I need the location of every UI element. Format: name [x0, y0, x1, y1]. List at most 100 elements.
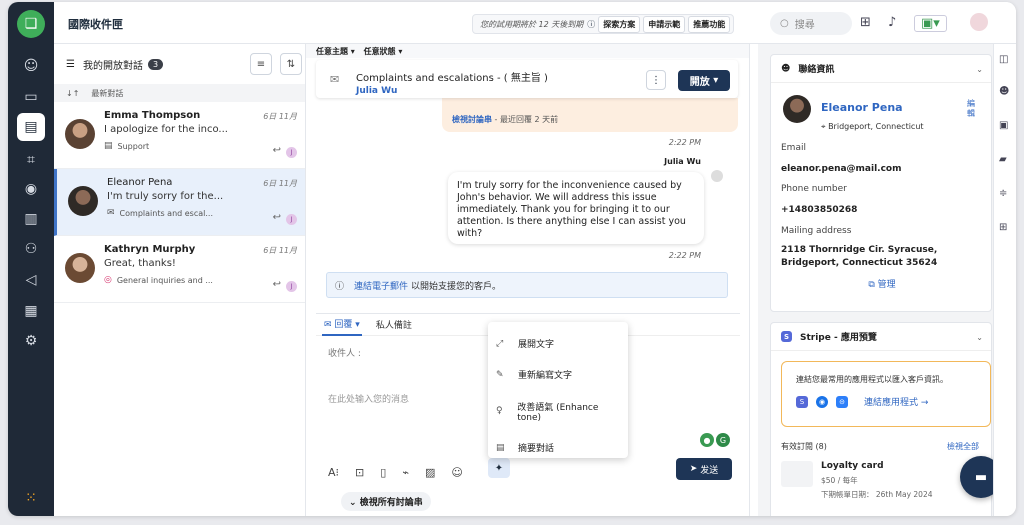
conversation-date: 6日 11月 [263, 246, 297, 255]
sliders-icon[interactable]: ≑ [999, 188, 1007, 199]
sort-button[interactable]: ⇅ [280, 53, 302, 75]
attachment-icon[interactable]: ⌁ [402, 466, 409, 479]
screen-share-icon[interactable]: ▣▾ [914, 15, 947, 32]
tab-private-note[interactable]: 私人備註 [376, 318, 412, 331]
stripe-icon: S [781, 331, 792, 342]
gift-icon[interactable]: ⊞ [860, 15, 871, 30]
address-value: 2118 Thornridge Cir. Syracuse, Bridgepor… [781, 245, 938, 268]
logo-icon[interactable]: ❏ [17, 10, 45, 38]
contacts-icon[interactable]: ◉ [17, 175, 45, 203]
inbox-icon[interactable]: ▭ [17, 83, 45, 111]
chat-icon[interactable]: ▰ [999, 154, 1007, 165]
scan-icon[interactable]: ⌗ [17, 146, 45, 174]
conversations-icon[interactable]: ▤ [17, 113, 45, 141]
topic-filter-label: 任意主題 [316, 47, 348, 56]
view-thread-link[interactable]: 檢視討論串 [452, 115, 492, 124]
menu-item-label: 展開文字 [518, 340, 555, 350]
menu-icon[interactable]: ☰ [66, 59, 75, 70]
bell-icon[interactable]: ♪ [888, 15, 896, 30]
status-filter-label: 任意狀態 [363, 47, 396, 56]
contact-section-title: 聯絡資訊 [798, 65, 835, 75]
text-format-icon[interactable]: A⁝ [328, 466, 339, 479]
menu-item-summarize[interactable]: ▤ 摘要對話 [488, 432, 628, 463]
connect-email-link[interactable]: 連結電子郵件 [354, 279, 408, 292]
message-input[interactable]: 在此处输入您的消息 [328, 392, 409, 405]
explore-plans-button[interactable]: 探索方案 [598, 15, 641, 33]
status-filter[interactable]: 任意狀態 ▾ [364, 47, 403, 56]
chevron-down-icon[interactable]: ⌄ [976, 65, 983, 74]
chevron-down-icon[interactable]: ⌄ [976, 333, 983, 342]
view-all-link[interactable]: 檢視全部 [947, 441, 979, 452]
stripe-title: Stripe - 應用預覽 [800, 333, 877, 343]
conversation-user[interactable]: Julia Wu [356, 86, 397, 96]
menu-item-expand[interactable]: ⤢ 展開文字 [488, 328, 628, 359]
settings-icon[interactable]: ⚙ [17, 327, 45, 355]
calendar-icon[interactable]: ▣ [999, 120, 1008, 131]
menu-item-label: 重新編寫文字 [518, 371, 573, 381]
reports-icon[interactable]: ▦ [17, 297, 45, 325]
notice-text: - 最近回覆 2 天前 [494, 115, 559, 124]
connect-apps-link[interactable]: 連結應用程式 → [864, 395, 928, 408]
image-icon[interactable]: ▨ [425, 466, 435, 479]
to-field[interactable]: 收件人 : [328, 348, 361, 361]
view-all-threads-button[interactable]: ⌄ 檢視所有討論串 [341, 492, 431, 511]
stripe-section-header[interactable]: S Stripe - 應用預覽 [771, 323, 991, 351]
sort-row[interactable]: ↓↑ 最新對話 [54, 84, 305, 102]
conversation-item[interactable]: Eleanor Pena 6日 11月 I'm truly sorry for … [54, 169, 305, 236]
conversation-title: Complaints and escalations - ( 無主旨 ) [356, 73, 548, 84]
tab-reply[interactable]: ✉ 回覆 ▾ [322, 313, 362, 336]
filter-bar: 任意主題 ▾ 任意狀態 ▾ [306, 44, 749, 58]
menu-item-label: 摘要對話 [518, 444, 555, 454]
connect-apps-box: 連結您最常用的應用程式以匯入客戶資訊。 S ◉ ⊝ 連結應用程式 → [781, 361, 991, 427]
search-input[interactable]: ○ 搜尋 [770, 12, 852, 35]
emoji-icon[interactable]: ☺ [451, 466, 462, 479]
menu-item-enhance-tone[interactable]: ♀ 改善語氣 (Enhance tone) [488, 390, 628, 432]
book-icon[interactable]: ▯ [380, 466, 386, 479]
summary-icon: ▤ [496, 442, 505, 453]
contact-section-header[interactable]: ☻ 聯絡資訊 [771, 55, 991, 83]
contact-card: ☻ 聯絡資訊 ⌄ Eleanor Pena 編輯 ⌖ Bridgeport, Co… [770, 54, 992, 312]
message-bubble: I'm truly sorry for the inconvenience ca… [448, 172, 704, 244]
apps-grid-icon[interactable]: ⁙ [17, 484, 45, 512]
plan-name: Loyalty card [821, 461, 884, 471]
sort-icon: ↓↑ [66, 88, 80, 98]
user-avatar[interactable] [970, 13, 988, 31]
filter-button[interactable]: ≡ [250, 53, 272, 75]
campaigns-icon[interactable]: ◁ [17, 266, 45, 294]
message-preview: I apologize for the inco... [104, 124, 228, 135]
emoji-sticker-icon[interactable]: ⊡ [355, 466, 364, 479]
recommend-button[interactable]: 推薦功能 [688, 15, 731, 33]
integrations-icon[interactable]: ⚇ [17, 235, 45, 263]
expand-icon: ⤢ [496, 338, 504, 349]
page-title: 國際收件匣 [68, 18, 123, 31]
reply-icon: ↩ [272, 212, 281, 223]
contact-icon[interactable]: ☻ [999, 86, 1009, 97]
nav-rail: ❏ ☺ ▭ ▤ ⌗ ◉ ▥ ⚇ ◁ ▦ ⚙ ⁙ [8, 2, 54, 516]
contact-location: ⌖ Bridgeport, Connecticut [821, 122, 924, 132]
assist-icon[interactable]: ● [700, 433, 714, 447]
menu-item-rewrite[interactable]: ✎ 重新編寫文字 [488, 359, 628, 390]
knowledge-icon[interactable]: ▥ [17, 205, 45, 233]
stripe-card: S Stripe - 應用預覽 ⌄ 連結您最常用的應用程式以匯入客戶資訊。 S ◉… [770, 322, 992, 516]
message-sender: Julia Wu [664, 157, 701, 166]
stripe-app-icon: S [796, 395, 808, 408]
grammar-tools[interactable]: ● G [700, 433, 732, 449]
add-icon[interactable]: ⊞ [999, 222, 1007, 233]
more-options-button[interactable]: ⋮ [646, 70, 666, 90]
topic-filter[interactable]: 任意主題 ▾ [316, 47, 355, 56]
message-preview: Great, thanks! [104, 258, 176, 269]
status-button[interactable]: 開放 ▾ [678, 70, 730, 91]
status-button-label: 開放 [689, 77, 710, 88]
tone-icon: ♀ [496, 406, 503, 416]
manage-link[interactable]: ⧉ 管理 [771, 277, 993, 290]
edit-contact-link[interactable]: 編輯 [967, 99, 977, 119]
bot-icon[interactable]: ☺ [17, 52, 45, 80]
assignee-avatar: J [286, 214, 297, 225]
send-button[interactable]: ➤ 发送 [676, 458, 732, 480]
collapse-panel-icon[interactable]: ◫ [999, 54, 1008, 65]
request-demo-button[interactable]: 申請示範 [643, 15, 686, 33]
info-icon: ⓘ [335, 281, 345, 292]
conversation-item[interactable]: Kathryn Murphy 6日 11月 Great, thanks! ◎ Ge… [54, 236, 305, 303]
conversation-item[interactable]: Emma Thompson 6日 11月 I apologize for the… [54, 102, 305, 169]
grammarly-icon[interactable]: G [716, 433, 730, 447]
